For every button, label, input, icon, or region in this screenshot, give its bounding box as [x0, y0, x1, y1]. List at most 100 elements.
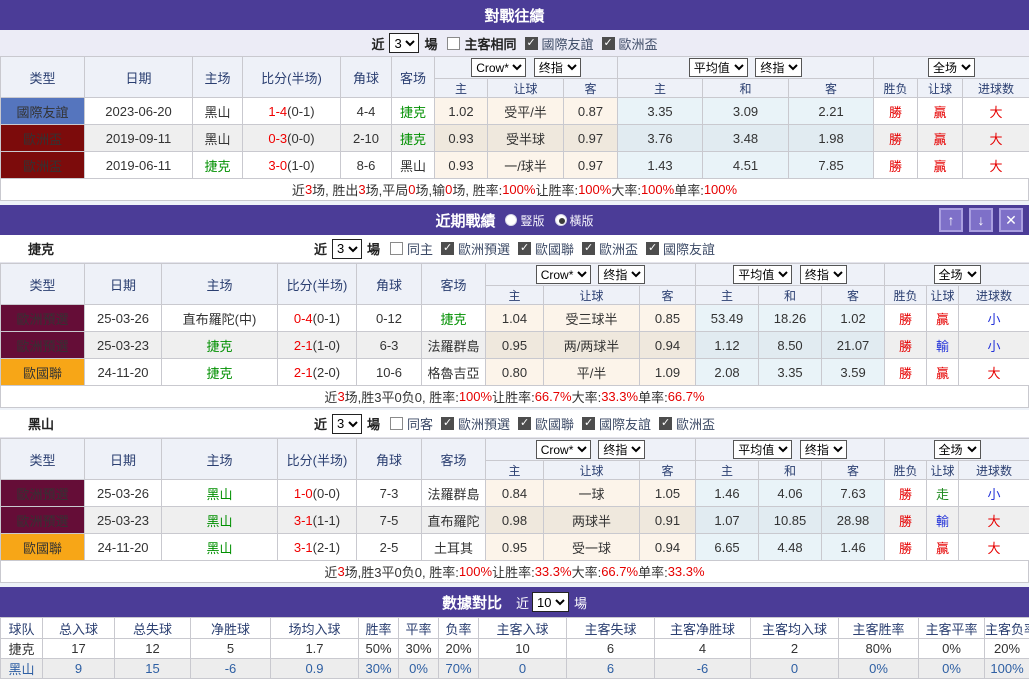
odds-handicap: 受平/半: [488, 98, 564, 125]
avg-stage-select[interactable]: 终指: [800, 265, 847, 284]
away-team: 黑山: [392, 152, 435, 179]
odds-home: 0.80: [486, 359, 544, 386]
home-team: 直布羅陀(中): [162, 305, 278, 332]
odds-away: 1.05: [640, 480, 696, 507]
recent-title: 近期戰績: [435, 210, 495, 231]
avg-stage-select[interactable]: 终指: [800, 440, 847, 459]
arrow-down-icon: ↓: [978, 212, 985, 228]
stat-value: 0%: [399, 659, 439, 679]
odds-company-select[interactable]: Crow*: [471, 58, 526, 77]
avg-company-select[interactable]: 平均值: [689, 58, 748, 77]
same-away-checkbox[interactable]: [390, 417, 403, 430]
odds-stage-select[interactable]: 终指: [534, 58, 581, 77]
avg-draw: 18.26: [759, 305, 822, 332]
avg-group-header: 平均值 终指: [696, 439, 885, 461]
eurocup-checkbox[interactable]: [582, 242, 595, 255]
montenegro-near-select[interactable]: 3: [332, 414, 362, 434]
eurocup-checkbox[interactable]: [602, 37, 615, 50]
move-down-button[interactable]: ↓: [969, 208, 993, 232]
fulltime-select[interactable]: 全场: [928, 58, 975, 77]
result-goals: 大: [963, 125, 1029, 152]
cmp-col-ha-goals-against: 主客失球: [567, 618, 655, 639]
col-odds-away: 客: [564, 79, 618, 98]
nations-league-checkbox[interactable]: [518, 417, 531, 430]
stat-value: 80%: [839, 639, 919, 659]
cmp-col-avg-goals: 场均入球: [271, 618, 359, 639]
odds-away: 0.97: [564, 125, 618, 152]
odds-handicap: 两/两球半: [544, 332, 640, 359]
result-winloss: 勝: [874, 98, 918, 125]
h2h-title: 對戰往績: [484, 5, 544, 26]
home-team: 捷克: [193, 152, 243, 179]
score: 0-4(0-1): [278, 305, 357, 332]
avg-away: 1.02: [822, 305, 885, 332]
odds-stage-select[interactable]: 终指: [598, 440, 645, 459]
h2h-near-select[interactable]: 3: [389, 33, 419, 53]
compare-table: 球队 总入球 总失球 净胜球 场均入球 胜率 平率 负率 主客入球 主客失球 主…: [0, 617, 1029, 679]
close-icon: ✕: [1005, 212, 1017, 228]
col-away: 客场: [392, 57, 435, 98]
nations-league-checkbox[interactable]: [518, 242, 531, 255]
horizontal-layout-radio[interactable]: [555, 214, 567, 226]
odds-company-select[interactable]: Crow*: [536, 265, 591, 284]
friendly-checkbox[interactable]: [525, 37, 538, 50]
team-name: 捷克: [1, 639, 43, 659]
euro-qualifier-checkbox[interactable]: [441, 242, 454, 255]
friendly-checkbox[interactable]: [646, 242, 659, 255]
move-up-button[interactable]: ↑: [939, 208, 963, 232]
avg-away: 21.07: [822, 332, 885, 359]
col-odds-away: 客: [640, 461, 696, 480]
match-date: 25-03-23: [85, 507, 162, 534]
odds-company-select[interactable]: Crow*: [536, 440, 591, 459]
table-row: 捷克 17 12 5 1.7 50% 30% 20% 10 6 4 2 80% …: [1, 639, 1029, 659]
odds-group-header: Crow* 终指: [486, 439, 696, 461]
cmp-col-team: 球队: [1, 618, 43, 639]
near-label: 近: [371, 34, 384, 53]
match-date: 24-11-20: [85, 534, 162, 561]
avg-company-select[interactable]: 平均值: [733, 440, 792, 459]
games-label: 場: [574, 593, 587, 612]
away-team: 格魯吉亞: [422, 359, 486, 386]
czech-near-select[interactable]: 3: [332, 239, 362, 259]
odds-stage-select[interactable]: 终指: [598, 265, 645, 284]
team-name: 黑山: [1, 659, 43, 679]
result-winloss: 勝: [885, 534, 927, 561]
col-corner: 角球: [341, 57, 392, 98]
cmp-col-ha-loss-rate: 主客负率: [985, 618, 1029, 639]
result-handicap: 走: [927, 480, 959, 507]
fulltime-select[interactable]: 全场: [934, 265, 981, 284]
avg-group-header: 平均值 终指: [696, 264, 885, 286]
col-score: 比分(半场): [278, 439, 357, 480]
eurocup-checkbox[interactable]: [659, 417, 672, 430]
euro-qualifier-checkbox[interactable]: [441, 417, 454, 430]
fulltime-group-header: 全场: [885, 264, 1029, 286]
away-team: 直布羅陀: [422, 507, 486, 534]
odds-away: 0.94: [640, 534, 696, 561]
result-handicap: 輸: [927, 332, 959, 359]
avg-stage-select[interactable]: 终指: [755, 58, 802, 77]
vertical-layout-radio[interactable]: [505, 214, 517, 226]
col-score: 比分(半场): [243, 57, 341, 98]
eurocup-label: 歐洲盃: [676, 414, 715, 433]
same-home-away-checkbox[interactable]: [447, 37, 460, 50]
col-avg-draw: 和: [759, 286, 822, 305]
table-row: 歐洲盃 2019-09-11 黑山 0-3(0-0) 2-10 捷克 0.93 …: [1, 125, 1029, 152]
corner-score: 10-6: [357, 359, 422, 386]
compare-near-select[interactable]: 10: [532, 592, 569, 612]
col-odds-home: 主: [435, 79, 488, 98]
cmp-col-goal-diff: 净胜球: [191, 618, 271, 639]
avg-company-select[interactable]: 平均值: [733, 265, 792, 284]
close-button[interactable]: ✕: [999, 208, 1023, 232]
col-handicap-result: 让球: [918, 79, 963, 98]
col-home: 主场: [162, 439, 278, 480]
friendly-checkbox[interactable]: [582, 417, 595, 430]
avg-away: 3.59: [822, 359, 885, 386]
same-home-checkbox[interactable]: [390, 242, 403, 255]
fulltime-select[interactable]: 全场: [934, 440, 981, 459]
score: 3-1(1-1): [278, 507, 357, 534]
score: 1-0(0-0): [278, 480, 357, 507]
stat-value: 70%: [439, 659, 479, 679]
montenegro-summary: 近3场,胜3平0负0, 胜率:100% 让胜率:33.3% 大率:66.7% 单…: [0, 561, 1029, 583]
col-odds-home: 主: [486, 461, 544, 480]
stat-value: 20%: [985, 639, 1029, 659]
